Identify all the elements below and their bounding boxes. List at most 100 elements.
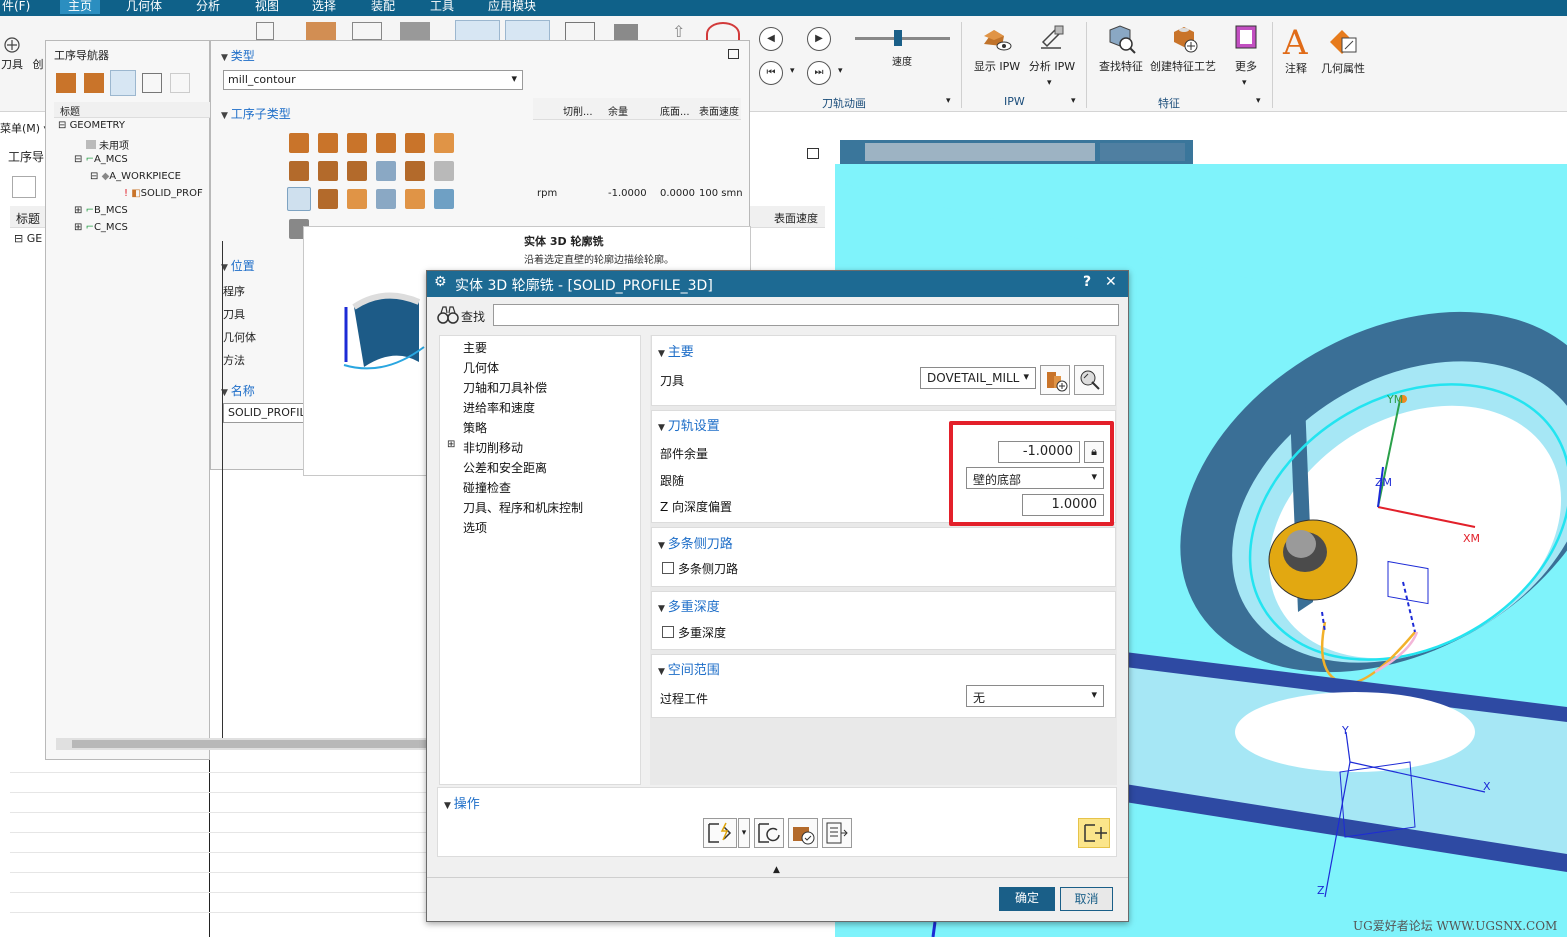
subtype-icon[interactable] [405, 189, 425, 209]
more-button[interactable]: 更多 [1228, 22, 1264, 74]
machine-view-icon[interactable] [84, 73, 104, 93]
tool-select[interactable]: DOVETAIL_MILL [920, 367, 1036, 389]
subtype-header[interactable]: 工序子类型 [221, 105, 291, 122]
replay-button[interactable] [754, 818, 784, 848]
actions-header[interactable]: 操作 [444, 793, 480, 812]
menu-file[interactable]: 件(F) [2, 0, 30, 14]
up-arrow-icon[interactable]: ⇧ [672, 22, 690, 41]
subtype-icon[interactable] [318, 161, 338, 181]
tree-c-mcs[interactable]: ⊞ ⌐C_MCS [74, 222, 128, 233]
group-ipw-dropdown-icon[interactable]: ▾ [1071, 96, 1076, 106]
nav-item-tool-program-machine[interactable]: 刀具、程序和机床控制 [463, 499, 583, 516]
viewport-tab-close-icon[interactable]: ✕ [1197, 144, 1208, 159]
main-header[interactable]: 主要 [658, 341, 694, 360]
tool-icon[interactable] [400, 22, 430, 40]
tree-unused[interactable]: 未用项 [86, 137, 129, 152]
cancel-button[interactable]: 取消 [1060, 887, 1113, 911]
multi-depth-checkbox[interactable] [662, 626, 674, 638]
note-button[interactable]: A 注释 [1278, 24, 1314, 76]
subtype-icon[interactable] [318, 189, 338, 209]
step-back-button[interactable]: ⏮ [759, 61, 783, 85]
speed-slider[interactable] [855, 37, 950, 40]
generate-button[interactable] [703, 818, 737, 848]
nav-item-feeds-speeds[interactable]: 进给率和速度 [463, 399, 535, 416]
tree-a-workpiece[interactable]: ⊟ ◆A_WORKPIECE [90, 171, 181, 182]
subtype-icon[interactable] [376, 133, 396, 153]
step-back-dropdown-icon[interactable]: ▾ [790, 66, 795, 76]
tree-a-mcs[interactable]: ⊟ ⌐A_MCS [74, 154, 128, 165]
close-icon[interactable]: ✕ [1105, 274, 1117, 290]
toolpath-header[interactable]: 刀轨设置 [658, 415, 720, 434]
opnav-hscrollbar[interactable] [56, 738, 436, 750]
subtype-icon[interactable] [318, 133, 338, 153]
type-select[interactable]: mill_contour ▾ [223, 70, 523, 90]
menu-view[interactable]: 视图 [255, 0, 279, 14]
multi-depth-header[interactable]: 多重深度 [658, 596, 720, 615]
nav-item-tool-axis[interactable]: 刀轴和刀具补偿 [463, 379, 547, 396]
expand-icon[interactable]: ⊞ [447, 439, 455, 450]
group-feature-dropdown-icon[interactable]: ▾ [1256, 96, 1261, 106]
subtype-icon-selected[interactable] [287, 187, 311, 211]
subtype-icon[interactable] [434, 161, 454, 181]
toolpath-icon[interactable] [256, 22, 274, 40]
nav-item-geometry[interactable]: 几何体 [463, 359, 499, 376]
subtype-icon[interactable] [405, 133, 425, 153]
part-icon[interactable] [306, 22, 336, 40]
subtype-icon[interactable] [347, 189, 367, 209]
tree-geometry[interactable]: ⊟ GEOMETRY [58, 120, 125, 131]
subtype-icon[interactable] [434, 133, 454, 153]
show-ipw-button[interactable]: 显示 IPW [972, 22, 1022, 74]
list-button[interactable] [822, 818, 852, 848]
nav-item-strategy[interactable]: 策略 [463, 419, 487, 436]
play-button[interactable]: ▶ [807, 27, 831, 51]
menu-app-modules[interactable]: 应用模块 [488, 0, 536, 14]
edit-tool-button[interactable] [1074, 365, 1104, 395]
nav-item-collision[interactable]: 碰撞检查 [463, 479, 511, 496]
geom-props-button[interactable]: 几何属性 [1318, 24, 1368, 76]
add-tooltip-button[interactable] [1078, 818, 1110, 848]
menu-analysis[interactable]: 分析 [196, 0, 220, 14]
menu-home[interactable]: 主页 [60, 0, 101, 14]
verify-icon[interactable] [352, 22, 382, 40]
find-feature-button[interactable]: 查找特征 [1096, 22, 1146, 74]
nav-item-main[interactable]: 主要 [463, 339, 487, 356]
subtype-icon[interactable] [405, 161, 425, 181]
name-header[interactable]: 名称 [221, 382, 255, 399]
menu-tools[interactable]: 工具 [430, 0, 454, 14]
ok-button[interactable]: 确定 [999, 887, 1055, 911]
subtype-icon[interactable] [376, 161, 396, 181]
multi-side-checkbox[interactable] [662, 562, 674, 574]
subtype-icon[interactable] [347, 161, 367, 181]
subtype-icon[interactable] [289, 161, 309, 181]
subtype-icon[interactable] [289, 133, 309, 153]
menu-dropdown[interactable]: 菜单(M) ▾ [0, 120, 49, 136]
new-tool-button[interactable] [1040, 365, 1070, 395]
step-forward-button[interactable]: ⏭ [807, 61, 831, 85]
group-anim-dropdown-icon[interactable]: ▾ [946, 96, 951, 106]
generate-dropdown-icon[interactable]: ▾ [738, 818, 750, 848]
position-header[interactable]: 位置 [221, 257, 255, 274]
tool-create-button[interactable]: 刀具 [0, 36, 24, 72]
tree-solid-profile[interactable]: ! ◧SOLID_PROF [124, 188, 203, 199]
dialog-title-bar[interactable]: ⚙ 实体 3D 轮廓铣 - [SOLID_PROFILE_3D] ? ✕ [427, 271, 1128, 297]
prev-button[interactable]: ◀ [759, 27, 783, 51]
geometry-view-icon[interactable] [110, 70, 136, 96]
speed-slider-handle[interactable] [894, 30, 902, 46]
more-dropdown-icon[interactable]: ▾ [1242, 78, 1247, 88]
maximize-icon[interactable] [807, 148, 819, 159]
create-feature-process-button[interactable]: 创建特征工艺 [1150, 22, 1216, 74]
menu-assembly[interactable]: 装配 [371, 0, 395, 14]
type-header[interactable]: 类型 [221, 47, 255, 64]
tree-b-mcs[interactable]: ⊞ ⌐B_MCS [74, 205, 128, 216]
verify-button[interactable] [788, 818, 818, 848]
help-icon[interactable]: ? [1083, 274, 1091, 290]
subtype-icon[interactable] [347, 133, 367, 153]
analyze-ipw-dropdown-icon[interactable]: ▾ [1047, 78, 1052, 88]
subtype-icon[interactable] [376, 189, 396, 209]
subtype-icon[interactable] [434, 189, 454, 209]
step-forward-dropdown-icon[interactable]: ▾ [838, 66, 843, 76]
menu-select[interactable]: 选择 [312, 0, 336, 14]
menu-geometry[interactable]: 几何体 [126, 0, 162, 14]
ipw-select[interactable]: 无 [966, 685, 1104, 707]
nav-item-tolerance[interactable]: 公差和安全距离 [463, 459, 547, 476]
